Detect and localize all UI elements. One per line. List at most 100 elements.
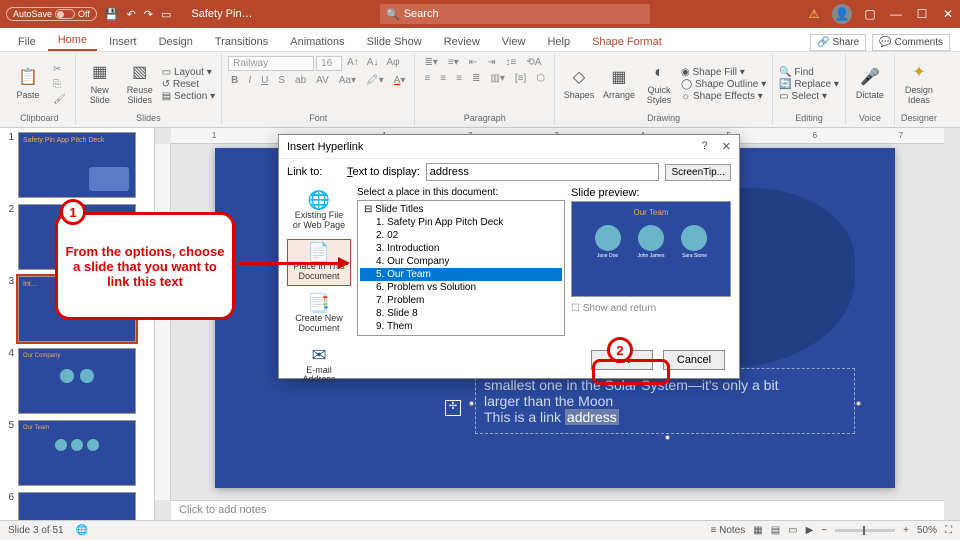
show-and-return-checkbox[interactable]: ☐ Show and return [571, 303, 731, 314]
link-create-new[interactable]: 📑Create New Document [287, 290, 351, 338]
notes-pane[interactable]: Click to add notes [171, 500, 944, 520]
select-button[interactable]: ▭ Select ▾ [779, 91, 839, 102]
design-ideas-button[interactable]: ✦Design Ideas [901, 56, 937, 112]
reuse-slides-button[interactable]: ▧Reuse Slides [122, 56, 158, 112]
section-button[interactable]: ▤ Section ▾ [162, 91, 215, 102]
paste-button[interactable]: 📋Paste [10, 56, 46, 112]
tree-item-selected[interactable]: 5. Our Team [360, 268, 562, 281]
columns-icon[interactable]: ▥▾ [487, 72, 507, 85]
view-reading-icon[interactable]: ▭ [788, 525, 797, 536]
cut-icon[interactable]: ✂ [50, 63, 69, 76]
tree-item[interactable]: 1. Safety Pin App Pitch Deck [360, 216, 562, 229]
warning-icon[interactable]: ⚠ [806, 6, 822, 22]
font-color-icon[interactable]: A▾ [391, 74, 409, 87]
text-to-display-input[interactable] [426, 163, 660, 181]
search-box[interactable]: 🔍 Search [380, 4, 650, 24]
notes-toggle[interactable]: ≡ Notes [710, 525, 745, 536]
tab-view[interactable]: View [492, 32, 536, 51]
language-indicator[interactable]: 🌐 [76, 525, 88, 536]
font-size-box[interactable]: 16 [316, 56, 342, 71]
bullets-icon[interactable]: ≣▾ [421, 56, 440, 69]
fit-to-window-icon[interactable]: ⛶ [945, 525, 952, 536]
align-center-icon[interactable]: ≡ [437, 72, 449, 85]
quick-styles-button[interactable]: ◐Quick Styles [641, 56, 677, 112]
tab-design[interactable]: Design [149, 32, 203, 51]
thumbnail-1[interactable]: 1Safety Pin App Pitch Deck [4, 132, 150, 198]
redo-icon[interactable]: ↷ [144, 8, 153, 21]
view-slideshow-icon[interactable]: ▶ [806, 525, 814, 536]
comments-button[interactable]: 💬 Comments [872, 34, 950, 51]
cancel-button[interactable]: Cancel [663, 350, 725, 370]
replace-button[interactable]: 🔄 Replace ▾ [779, 79, 839, 90]
shrink-font-icon[interactable]: A↓ [364, 56, 382, 71]
clear-format-icon[interactable]: Aφ [383, 56, 402, 71]
tab-shape-format[interactable]: Shape Format [582, 32, 672, 51]
new-slide-button[interactable]: ▦New Slide [82, 56, 118, 112]
format-painter-icon[interactable]: 🖌 [50, 93, 69, 106]
dictate-button[interactable]: 🎤Dictate [852, 56, 888, 112]
share-button[interactable]: 🔗 Share [810, 34, 866, 51]
font-name-box[interactable]: Railway [228, 56, 314, 71]
screentip-button[interactable]: ScreenTip... [665, 164, 731, 181]
slide-tree[interactable]: ⊟ Slide Titles 1. Safety Pin App Pitch D… [357, 200, 565, 336]
save-icon[interactable]: 💾 [105, 8, 119, 21]
shadow-icon[interactable]: ab [292, 74, 309, 87]
tree-item[interactable]: 2. 02 [360, 229, 562, 242]
grow-font-icon[interactable]: A↑ [344, 56, 362, 71]
tab-animations[interactable]: Animations [280, 32, 354, 51]
dialog-help-icon[interactable]: ? [702, 140, 708, 153]
shapes-button[interactable]: ◇Shapes [561, 56, 597, 112]
tree-item[interactable]: 9. Them [360, 320, 562, 333]
text-direction-icon[interactable]: ⟲A [523, 56, 544, 69]
maximize-icon[interactable]: ☐ [914, 6, 930, 22]
arrange-button[interactable]: ▦Arrange [601, 56, 637, 112]
tree-item[interactable]: 8. Slide 8 [360, 307, 562, 320]
zoom-out-icon[interactable]: − [821, 525, 827, 536]
copy-icon[interactable]: ⎘ [50, 78, 69, 91]
thumbnail-4[interactable]: 4Our Company [4, 348, 150, 414]
tree-item[interactable]: 7. Problem [360, 294, 562, 307]
thumbnail-6[interactable]: 6 [4, 492, 150, 520]
numbering-icon[interactable]: ≡▾ [445, 56, 462, 69]
minimize-icon[interactable]: — [888, 6, 904, 22]
reset-button[interactable]: ↺ Reset [162, 79, 215, 90]
line-spacing-icon[interactable]: ↕≡ [503, 56, 520, 69]
spacing-icon[interactable]: AV [313, 74, 332, 87]
view-sorter-icon[interactable]: ▤ [771, 525, 780, 536]
align-left-icon[interactable]: ≡ [421, 72, 433, 85]
change-case-icon[interactable]: Aa▾ [336, 74, 359, 87]
link-email[interactable]: ✉E-mail Address [287, 342, 351, 390]
dialog-close-icon[interactable]: ✕ [722, 140, 731, 153]
zoom-in-icon[interactable]: + [903, 525, 909, 536]
undo-icon[interactable]: ↶ [127, 8, 136, 21]
tree-item[interactable]: 6. Problem vs Solution [360, 281, 562, 294]
underline-icon[interactable]: U [258, 74, 271, 87]
tab-review[interactable]: Review [434, 32, 490, 51]
account-icon[interactable]: 👤 [832, 4, 852, 24]
italic-icon[interactable]: I [245, 74, 254, 87]
tab-insert[interactable]: Insert [99, 32, 147, 51]
zoom-level[interactable]: 50% [917, 525, 937, 536]
indent-inc-icon[interactable]: ⇥ [484, 56, 498, 69]
tab-help[interactable]: Help [537, 32, 580, 51]
zoom-slider[interactable] [835, 529, 895, 532]
smartart-icon[interactable]: ⬡ [533, 72, 548, 85]
tab-slideshow[interactable]: Slide Show [357, 32, 432, 51]
autosave-toggle[interactable]: AutoSave Off [6, 7, 97, 21]
rotate-handle-icon[interactable]: ✢ [445, 400, 461, 416]
layout-button[interactable]: ▭ Layout ▾ [162, 67, 215, 78]
ribbon-display-icon[interactable]: ▢ [862, 6, 878, 22]
align-right-icon[interactable]: ≡ [453, 72, 465, 85]
highlight-icon[interactable]: 🖍▾ [363, 74, 387, 87]
shape-outline-button[interactable]: ◯ Shape Outline ▾ [681, 79, 766, 90]
align-text-icon[interactable]: [≡] [512, 72, 529, 85]
thumbnail-5[interactable]: 5Our Team [4, 420, 150, 486]
tree-root[interactable]: ⊟ Slide Titles [360, 203, 562, 216]
shape-fill-button[interactable]: ◉ Shape Fill ▾ [681, 67, 766, 78]
tab-file[interactable]: File [8, 32, 46, 51]
bold-icon[interactable]: B [228, 74, 241, 87]
tab-home[interactable]: Home [48, 30, 97, 51]
tab-transitions[interactable]: Transitions [205, 32, 278, 51]
tree-item[interactable]: 4. Our Company [360, 255, 562, 268]
start-slideshow-icon[interactable]: ▭ [161, 8, 171, 21]
